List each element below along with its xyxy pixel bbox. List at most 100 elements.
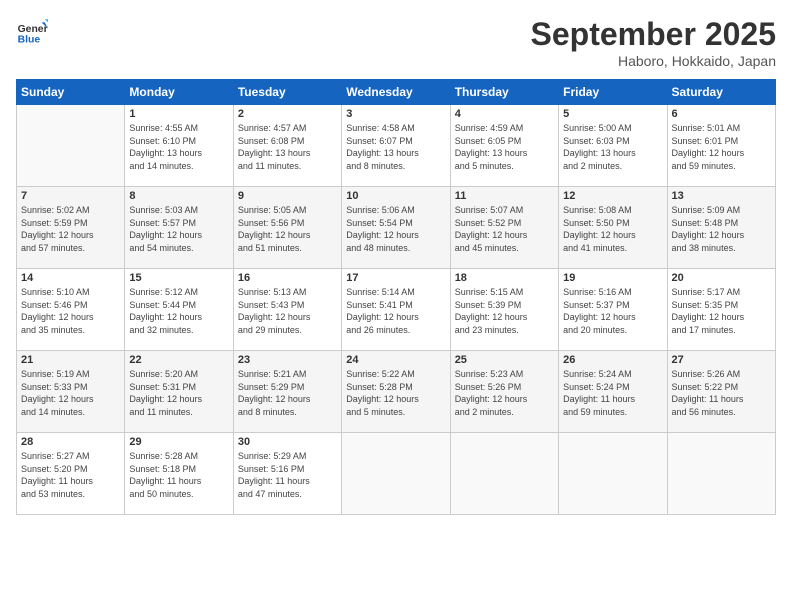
logo-icon: General Blue [16,16,48,48]
day-info: Sunrise: 5:13 AM Sunset: 5:43 PM Dayligh… [238,286,337,336]
calendar-cell: 7 Sunrise: 5:02 AM Sunset: 5:59 PM Daylig… [17,187,125,269]
day-info: Sunrise: 5:21 AM Sunset: 5:29 PM Dayligh… [238,368,337,418]
day-number: 3 [346,108,445,120]
calendar-cell [559,433,667,515]
day-info: Sunrise: 5:10 AM Sunset: 5:46 PM Dayligh… [21,286,120,336]
day-info: Sunrise: 5:27 AM Sunset: 5:20 PM Dayligh… [21,450,120,500]
day-info: Sunrise: 5:26 AM Sunset: 5:22 PM Dayligh… [672,368,771,418]
calendar-cell: 23 Sunrise: 5:21 AM Sunset: 5:29 PM Dayli… [233,351,341,433]
calendar-cell: 24 Sunrise: 5:22 AM Sunset: 5:28 PM Dayli… [342,351,450,433]
day-number: 7 [21,190,120,202]
day-number: 11 [455,190,554,202]
calendar-cell: 30 Sunrise: 5:29 AM Sunset: 5:16 PM Dayli… [233,433,341,515]
day-number: 2 [238,108,337,120]
header-wednesday: Wednesday [342,80,450,105]
calendar-cell: 21 Sunrise: 5:19 AM Sunset: 5:33 PM Dayli… [17,351,125,433]
calendar-cell: 5 Sunrise: 5:00 AM Sunset: 6:03 PM Daylig… [559,105,667,187]
day-number: 19 [563,272,662,284]
week-row-3: 14 Sunrise: 5:10 AM Sunset: 5:46 PM Dayli… [17,269,776,351]
day-info: Sunrise: 5:24 AM Sunset: 5:24 PM Dayligh… [563,368,662,418]
svg-text:Blue: Blue [18,34,41,45]
calendar-cell [450,433,558,515]
header-thursday: Thursday [450,80,558,105]
day-number: 4 [455,108,554,120]
calendar-cell: 18Sunrise: 5:15 AM Sunset: 5:39 PM Dayli… [450,269,558,351]
day-info: Sunrise: 5:00 AM Sunset: 6:03 PM Dayligh… [563,122,662,172]
day-number: 23 [238,354,337,366]
calendar-cell [342,433,450,515]
day-number: 24 [346,354,445,366]
month-title: September 2025 [531,16,776,53]
day-number: 6 [672,108,771,120]
day-info: Sunrise: 5:06 AM Sunset: 5:54 PM Dayligh… [346,204,445,254]
calendar-cell [17,105,125,187]
header-friday: Friday [559,80,667,105]
calendar-cell: 6Sunrise: 5:01 AM Sunset: 6:01 PM Daylig… [667,105,775,187]
calendar-cell: 2Sunrise: 4:57 AM Sunset: 6:08 PM Daylig… [233,105,341,187]
day-info: Sunrise: 5:28 AM Sunset: 5:18 PM Dayligh… [129,450,228,500]
day-number: 28 [21,436,120,448]
day-info: Sunrise: 4:59 AM Sunset: 6:05 PM Dayligh… [455,122,554,172]
calendar-cell: 1 Sunrise: 4:55 AM Sunset: 6:10 PM Daylig… [125,105,233,187]
day-number: 16 [238,272,337,284]
calendar-cell: 3 Sunrise: 4:58 AM Sunset: 6:07 PM Daylig… [342,105,450,187]
calendar-cell: 14 Sunrise: 5:10 AM Sunset: 5:46 PM Dayli… [17,269,125,351]
calendar-cell: 20Sunrise: 5:17 AM Sunset: 5:35 PM Dayli… [667,269,775,351]
day-number: 12 [563,190,662,202]
week-row-2: 7 Sunrise: 5:02 AM Sunset: 5:59 PM Daylig… [17,187,776,269]
day-number: 29 [129,436,228,448]
weekday-header-row: Sunday Monday Tuesday Wednesday Thursday… [17,80,776,105]
day-info: Sunrise: 5:02 AM Sunset: 5:59 PM Dayligh… [21,204,120,254]
day-info: Sunrise: 5:19 AM Sunset: 5:33 PM Dayligh… [21,368,120,418]
calendar-cell: 4 Sunrise: 4:59 AM Sunset: 6:05 PM Daylig… [450,105,558,187]
day-number: 9 [238,190,337,202]
calendar-cell: 13Sunrise: 5:09 AM Sunset: 5:48 PM Dayli… [667,187,775,269]
day-number: 14 [21,272,120,284]
calendar-cell: 8 Sunrise: 5:03 AM Sunset: 5:57 PM Daylig… [125,187,233,269]
day-number: 26 [563,354,662,366]
day-number: 13 [672,190,771,202]
day-info: Sunrise: 5:12 AM Sunset: 5:44 PM Dayligh… [129,286,228,336]
calendar-cell: 28 Sunrise: 5:27 AM Sunset: 5:20 PM Dayli… [17,433,125,515]
logo: General Blue [16,16,48,48]
header: General Blue September 2025 Haboro, Hokk… [16,16,776,69]
calendar-cell: 29 Sunrise: 5:28 AM Sunset: 5:18 PM Dayli… [125,433,233,515]
day-number: 17 [346,272,445,284]
calendar-cell: 15Sunrise: 5:12 AM Sunset: 5:44 PM Dayli… [125,269,233,351]
day-number: 30 [238,436,337,448]
day-info: Sunrise: 4:58 AM Sunset: 6:07 PM Dayligh… [346,122,445,172]
day-number: 25 [455,354,554,366]
calendar-cell: 26 Sunrise: 5:24 AM Sunset: 5:24 PM Dayli… [559,351,667,433]
calendar-cell: 25 Sunrise: 5:23 AM Sunset: 5:26 PM Dayli… [450,351,558,433]
day-number: 1 [129,108,228,120]
week-row-5: 28 Sunrise: 5:27 AM Sunset: 5:20 PM Dayli… [17,433,776,515]
day-number: 5 [563,108,662,120]
calendar-cell: 9 Sunrise: 5:05 AM Sunset: 5:56 PM Daylig… [233,187,341,269]
page-container: General Blue September 2025 Haboro, Hokk… [0,0,792,612]
day-number: 21 [21,354,120,366]
title-block: September 2025 Haboro, Hokkaido, Japan [531,16,776,69]
calendar-cell: 17Sunrise: 5:14 AM Sunset: 5:41 PM Dayli… [342,269,450,351]
day-info: Sunrise: 5:05 AM Sunset: 5:56 PM Dayligh… [238,204,337,254]
day-info: Sunrise: 5:17 AM Sunset: 5:35 PM Dayligh… [672,286,771,336]
calendar-cell: 10 Sunrise: 5:06 AM Sunset: 5:54 PM Dayli… [342,187,450,269]
day-number: 27 [672,354,771,366]
header-saturday: Saturday [667,80,775,105]
day-info: Sunrise: 5:16 AM Sunset: 5:37 PM Dayligh… [563,286,662,336]
day-info: Sunrise: 5:29 AM Sunset: 5:16 PM Dayligh… [238,450,337,500]
calendar-cell [667,433,775,515]
day-number: 10 [346,190,445,202]
day-info: Sunrise: 5:22 AM Sunset: 5:28 PM Dayligh… [346,368,445,418]
day-info: Sunrise: 5:20 AM Sunset: 5:31 PM Dayligh… [129,368,228,418]
calendar-cell: 16 Sunrise: 5:13 AM Sunset: 5:43 PM Dayli… [233,269,341,351]
day-info: Sunrise: 5:03 AM Sunset: 5:57 PM Dayligh… [129,204,228,254]
day-number: 8 [129,190,228,202]
week-row-1: 1 Sunrise: 4:55 AM Sunset: 6:10 PM Daylig… [17,105,776,187]
calendar-cell: 12 Sunrise: 5:08 AM Sunset: 5:50 PM Dayli… [559,187,667,269]
location-subtitle: Haboro, Hokkaido, Japan [531,53,776,69]
day-info: Sunrise: 4:55 AM Sunset: 6:10 PM Dayligh… [129,122,228,172]
week-row-4: 21 Sunrise: 5:19 AM Sunset: 5:33 PM Dayli… [17,351,776,433]
calendar-cell: 27 Sunrise: 5:26 AM Sunset: 5:22 PM Dayli… [667,351,775,433]
day-info: Sunrise: 5:23 AM Sunset: 5:26 PM Dayligh… [455,368,554,418]
day-info: Sunrise: 5:08 AM Sunset: 5:50 PM Dayligh… [563,204,662,254]
